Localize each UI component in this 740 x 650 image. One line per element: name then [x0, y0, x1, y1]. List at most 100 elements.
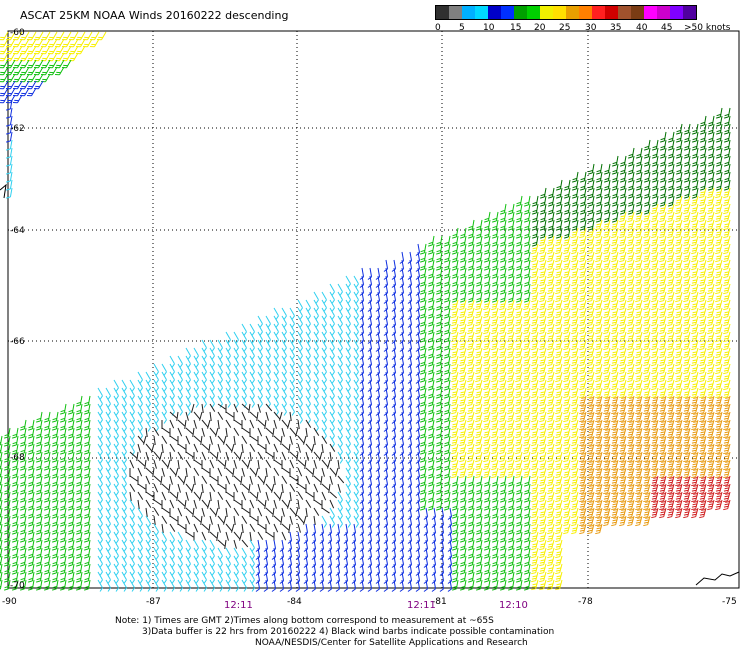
wind-barb	[524, 195, 531, 207]
wind-barb	[249, 579, 255, 592]
wind-barb	[36, 411, 43, 423]
wind-barb	[185, 507, 194, 515]
wind-barb	[272, 427, 275, 437]
wind-barb	[289, 403, 295, 416]
wind-barb	[199, 411, 203, 421]
wind-barb	[201, 531, 207, 541]
wind-barb	[499, 299, 507, 311]
wind-barb	[169, 435, 178, 442]
wind-barb	[241, 483, 250, 491]
wind-barb	[320, 475, 323, 485]
wind-barb	[225, 491, 234, 498]
wind-barb	[13, 94, 23, 104]
wind-barb	[153, 459, 157, 469]
wind-barb	[137, 467, 143, 477]
lon-label-87: -87	[146, 597, 161, 607]
wind-barb	[691, 195, 699, 207]
wind-barb	[217, 395, 223, 408]
wind-barb	[263, 539, 269, 552]
wind-barb	[249, 499, 255, 509]
wind-barb	[265, 467, 268, 477]
wind-barb	[620, 155, 627, 167]
wind-barb	[239, 451, 243, 461]
wind-barb	[319, 451, 323, 461]
wind-barb	[176, 491, 179, 501]
wind-barb	[271, 483, 275, 493]
wind-barb	[273, 523, 279, 533]
wind-barb	[193, 435, 202, 443]
wind-barb	[241, 427, 250, 434]
wind-barb	[152, 467, 155, 477]
wind-barb	[313, 459, 317, 469]
wind-barb	[241, 467, 245, 477]
wind-barb	[12, 427, 19, 439]
wind-barb	[264, 419, 267, 429]
wind-barb	[279, 539, 285, 552]
wind-barb	[161, 411, 167, 424]
lon-label-78: -78	[578, 597, 593, 607]
wind-barb	[459, 299, 467, 311]
wind-barb	[193, 515, 202, 523]
wind-barb	[193, 475, 196, 485]
wind-barb	[321, 459, 329, 468]
lat-label-62: -62	[10, 124, 25, 134]
wind-barb	[249, 523, 256, 532]
wind-barb	[145, 579, 151, 592]
wind-barb	[209, 515, 213, 525]
wind-barb	[225, 427, 228, 437]
wind-barb	[305, 491, 314, 498]
wind-barb	[248, 483, 251, 493]
wind-barb	[321, 483, 330, 491]
wind-barb	[508, 203, 515, 215]
wind-barb	[169, 467, 177, 476]
wind-barb	[27, 87, 37, 97]
wind-barb	[225, 523, 233, 532]
wind-barb	[539, 235, 547, 247]
wind-barb	[232, 467, 235, 477]
wind-barb	[129, 443, 135, 456]
wind-barb	[185, 491, 189, 501]
wind-barb	[297, 491, 304, 500]
wind-barb	[192, 507, 195, 517]
wind-barb	[249, 451, 252, 461]
wind-barb	[265, 483, 273, 492]
wind-barb	[281, 443, 290, 451]
wind-barb	[159, 451, 163, 461]
wind-barb	[193, 491, 201, 500]
wind-barb	[161, 483, 170, 491]
wind-barb	[193, 411, 201, 420]
wind-barb	[257, 507, 263, 517]
wind-barb	[724, 107, 731, 119]
wind-barb	[145, 443, 153, 452]
wind-barb	[169, 419, 175, 429]
wind-barb	[297, 419, 300, 429]
wind-barb	[185, 427, 194, 435]
wind-barb	[492, 211, 499, 223]
wind-barb	[201, 403, 204, 413]
wind-barb	[652, 139, 659, 151]
wind-barb	[281, 523, 290, 531]
wind-barb	[345, 515, 351, 528]
wind-barb	[675, 195, 683, 207]
wind-barb	[289, 427, 297, 436]
wind-barb	[563, 235, 571, 247]
wind-barb	[289, 475, 298, 482]
wind-barb	[241, 411, 247, 421]
wind-barb	[184, 499, 187, 509]
wind-barb	[651, 203, 659, 215]
wind-barb	[145, 475, 151, 485]
wind-barb	[321, 467, 325, 477]
wind-barb	[297, 515, 305, 524]
wind-barb	[201, 467, 210, 474]
wind-barb	[233, 475, 242, 483]
wind-barb	[240, 475, 243, 485]
wind-barb	[224, 459, 227, 469]
wind-barb	[185, 467, 188, 477]
wind-barb	[225, 395, 231, 408]
wind-barb	[281, 467, 290, 474]
wind-barb	[161, 515, 168, 524]
wind-barb	[153, 483, 159, 493]
wind-barb	[297, 411, 303, 424]
wind-barb	[313, 483, 319, 493]
wind-barb	[249, 531, 252, 541]
